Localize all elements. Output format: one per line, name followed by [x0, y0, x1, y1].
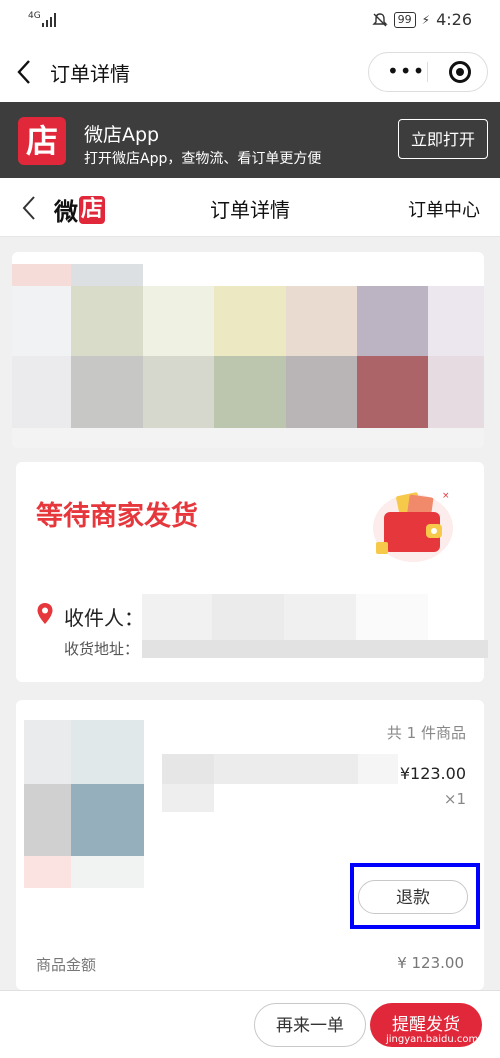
- charging-icon: ⚡: [421, 12, 431, 27]
- app-download-banner: 店 微店App 打开微店App，查物流、看订单更方便 立即打开: [0, 102, 500, 178]
- logo-text-dian: 店: [79, 195, 106, 224]
- clock: 4:26: [436, 10, 472, 29]
- banner-description: 打开微店App，查物流、看订单更方便: [84, 151, 322, 167]
- address-label: 收货地址：: [64, 640, 140, 658]
- product-price: ¥123.00: [399, 764, 466, 783]
- watermark: jingyan.baidu.com: [386, 1034, 479, 1045]
- product-quantity: ×1: [443, 790, 466, 808]
- battery-icon: 99: [393, 11, 416, 28]
- capsule-divider: [427, 62, 428, 82]
- wallet-icon: ×: [373, 491, 453, 562]
- product-title-pixelated: [162, 754, 214, 784]
- more-dots-icon[interactable]: •••: [387, 61, 425, 81]
- pixelated-shop-banner: [12, 252, 484, 448]
- back-arrow-icon[interactable]: [14, 58, 34, 86]
- nav-title: 订单详情: [50, 62, 130, 86]
- logo-text-wei: 微: [54, 198, 78, 226]
- reorder-button[interactable]: 再来一单: [254, 1003, 366, 1047]
- signal-bars-icon: [42, 13, 56, 27]
- banner-app-name: 微店App: [84, 124, 160, 146]
- item-count: 共 1 件商品: [386, 724, 466, 742]
- weidian-logo: 微 店: [54, 192, 106, 227]
- page-header: 订单详情 微 店 订单中心: [0, 178, 500, 237]
- recipient-label: 收件人：: [64, 606, 144, 630]
- order-status-text: 等待商家发货: [36, 501, 198, 532]
- amount-label: 商品金额: [36, 956, 97, 974]
- amount-value: ¥ 123.00: [397, 954, 464, 972]
- weidian-logo-icon: 店: [18, 117, 66, 165]
- product-image[interactable]: [24, 720, 144, 888]
- open-app-button[interactable]: 立即打开: [398, 119, 488, 159]
- status-bar: 4G 99 ⚡ 4:26: [0, 0, 500, 42]
- order-center-link[interactable]: 订单中心: [408, 196, 480, 222]
- mini-program-nav: 订单详情 •••: [0, 42, 500, 102]
- capsule-menu: •••: [368, 52, 488, 92]
- svg-text:×: ×: [442, 491, 450, 501]
- refund-highlight-box: [350, 863, 480, 929]
- location-pin-icon: [37, 603, 53, 624]
- order-status-card: 等待商家发货 × 收件人： 收货地址：: [16, 462, 488, 682]
- close-target-icon[interactable]: [449, 61, 471, 83]
- mute-bell-icon: [371, 12, 388, 26]
- product-card: 共 1 件商品 ¥123.00 ×1 退款 商品金额 ¥ 123.00: [16, 700, 484, 990]
- signal-type: 4G: [28, 11, 41, 21]
- bottom-action-bar: 再来一单 提醒发货: [0, 990, 500, 1058]
